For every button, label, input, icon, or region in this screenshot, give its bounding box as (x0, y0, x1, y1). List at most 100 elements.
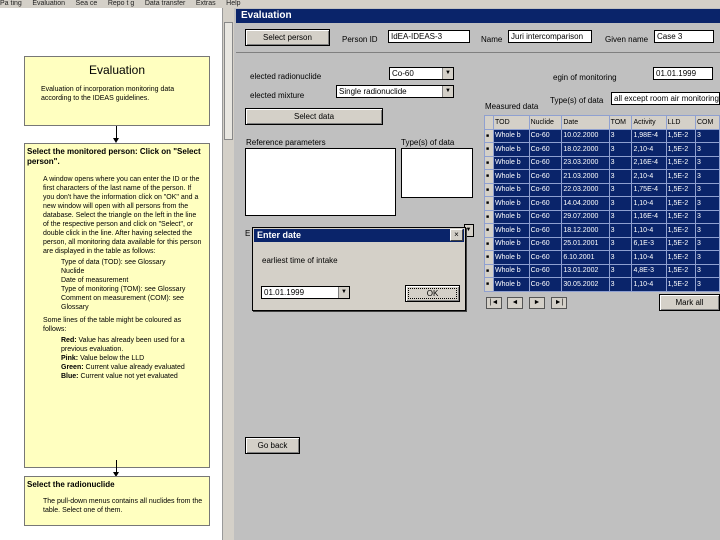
reference-parameters-box[interactable] (245, 148, 396, 216)
name-field[interactable]: Juri intercomparison (508, 30, 592, 43)
table-cell[interactable]: 3 (694, 223, 720, 238)
menu-item[interactable]: Evaluation (32, 0, 65, 7)
table-cell[interactable]: Whole b (493, 209, 530, 224)
table-cell[interactable]: 3 (694, 196, 720, 211)
table-cell[interactable]: 3 (608, 223, 633, 238)
column-header[interactable]: Activity (631, 115, 667, 130)
table-row[interactable]: ■ Whole b Co-60 14.04.2000 3 1,10-4 1,5E-2 3 (484, 196, 720, 211)
given-name-field[interactable]: Case 3 (654, 30, 714, 43)
table-cell[interactable]: Whole b (493, 155, 530, 170)
table-row[interactable]: ■ Whole b Co-60 23.03.2000 3 2,16E-4 1,5E-2 3 (484, 155, 720, 170)
table-cell[interactable]: 1,75E-4 (631, 182, 667, 197)
table-cell[interactable]: 1,5E-2 (665, 250, 696, 265)
table-cell[interactable]: 3 (694, 236, 720, 251)
table-row[interactable]: ■ Whole b Co-60 30.05.2002 3 1,10-4 1,5E-2 3 (484, 277, 720, 292)
table-cell[interactable]: 1,5E-2 (665, 142, 696, 157)
row-selector[interactable]: ■ (484, 236, 494, 251)
measured-data-table[interactable]: TOD Nuclide Date TOM Activity LLD COM ■ W… (484, 115, 720, 292)
table-cell[interactable]: 30.05.2002 (561, 277, 610, 292)
table-cell[interactable]: 25.01.2001 (561, 236, 610, 251)
table-row[interactable]: ■ Whole b Co-60 21.03.2000 3 2,10-4 1,5E-2 3 (484, 169, 720, 184)
table-cell[interactable]: 1,5E-2 (665, 169, 696, 184)
column-header[interactable]: Date (561, 115, 610, 130)
table-cell[interactable]: 1,5E-2 (665, 155, 696, 170)
scrollbar-thumb[interactable] (224, 22, 233, 140)
help-scrollbar[interactable] (222, 8, 234, 540)
column-header[interactable]: TOD (493, 115, 530, 130)
chevron-down-icon[interactable]: ▼ (442, 86, 453, 97)
table-cell[interactable]: 3 (608, 250, 633, 265)
table-cell[interactable]: Whole b (493, 263, 530, 278)
table-cell[interactable]: 2,16E-4 (631, 155, 667, 170)
table-cell[interactable]: 1,5E-2 (665, 263, 696, 278)
table-cell[interactable]: 3 (694, 142, 720, 157)
row-selector[interactable]: ■ (484, 196, 494, 211)
table-cell[interactable]: 23.03.2000 (561, 155, 610, 170)
mixture-dropdown[interactable]: Single radionuclide ▼ (336, 85, 454, 98)
table-cell[interactable]: 1,5E-2 (665, 223, 696, 238)
chevron-down-icon[interactable]: ▼ (338, 287, 349, 298)
column-header[interactable]: Nuclide (528, 115, 563, 130)
table-cell[interactable]: 3 (694, 169, 720, 184)
table-cell[interactable]: 29.07.2000 (561, 209, 610, 224)
table-cell[interactable]: 3 (608, 277, 633, 292)
table-cell[interactable]: Co-60 (528, 196, 563, 211)
table-cell[interactable]: 3 (694, 128, 720, 143)
table-cell[interactable]: Whole b (493, 169, 530, 184)
table-cell[interactable]: 3 (694, 277, 720, 292)
person-id-field[interactable]: IdEA-IDEAS-3 (388, 30, 470, 43)
table-row[interactable]: ■ Whole b Co-60 29.07.2000 3 1,16E-4 1,5E-2 3 (484, 209, 720, 224)
table-row[interactable]: ■ Whole b Co-60 18.02.2000 3 2,10-4 1,5E-2 3 (484, 142, 720, 157)
table-cell[interactable]: Whole b (493, 182, 530, 197)
type-data-dropdown[interactable]: all except room air monitoring (611, 92, 720, 105)
table-cell[interactable]: 3 (694, 155, 720, 170)
table-cell[interactable]: Co-60 (528, 182, 563, 197)
table-cell[interactable]: 13.01.2002 (561, 263, 610, 278)
menu-item[interactable]: Repo t g (108, 0, 134, 7)
table-cell[interactable]: 18.02.2000 (561, 142, 610, 157)
table-row[interactable]: ■ Whole b Co-60 18.12.2000 3 1,10-4 1,5E-2 3 (484, 223, 720, 238)
table-cell[interactable]: 6.10.2001 (561, 250, 610, 265)
table-cell[interactable]: 1,10-4 (631, 277, 667, 292)
table-cell[interactable]: 1,5E-2 (665, 196, 696, 211)
table-cell[interactable]: 1,5E-2 (665, 277, 696, 292)
menu-item[interactable]: Pa ting (0, 0, 22, 7)
row-selector[interactable]: ■ (484, 128, 494, 143)
table-cell[interactable]: 3 (608, 196, 633, 211)
table-cell[interactable]: 14.04.2000 (561, 196, 610, 211)
first-record-button[interactable]: |◄ (486, 297, 502, 309)
nuclide-dropdown[interactable]: Co-60 ▼ (389, 67, 454, 80)
table-cell[interactable]: Co-60 (528, 236, 563, 251)
table-cell[interactable]: 2,10-4 (631, 142, 667, 157)
table-cell[interactable]: Whole b (493, 277, 530, 292)
column-header[interactable]: LLD (665, 115, 696, 130)
row-selector[interactable]: ■ (484, 223, 494, 238)
table-cell[interactable]: Whole b (493, 223, 530, 238)
table-row[interactable]: ■ Whole b Co-60 25.01.2001 3 6,1E-3 1,5E-2 3 (484, 236, 720, 251)
table-cell[interactable]: Co-60 (528, 169, 563, 184)
table-cell[interactable]: 1,98E-4 (631, 128, 667, 143)
row-selector[interactable]: ■ (484, 182, 494, 197)
table-cell[interactable]: Co-60 (528, 250, 563, 265)
table-cell[interactable]: Whole b (493, 236, 530, 251)
previous-record-button[interactable]: ◄ (507, 297, 523, 309)
table-cell[interactable]: 18.12.2000 (561, 223, 610, 238)
table-row[interactable]: ■ Whole b Co-60 13.01.2002 3 4,8E-3 1,5E-2 3 (484, 263, 720, 278)
select-data-button[interactable]: Select data (245, 108, 383, 125)
date-dropdown[interactable]: 01.01.1999 ▼ (261, 286, 350, 299)
row-selector[interactable]: ■ (484, 155, 494, 170)
table-cell[interactable]: 1,5E-2 (665, 209, 696, 224)
table-cell[interactable]: 1,10-4 (631, 250, 667, 265)
next-record-button[interactable]: ► (529, 297, 545, 309)
begin-monitoring-field[interactable]: 01.01.1999 (653, 67, 713, 80)
row-selector[interactable]: ■ (484, 142, 494, 157)
ok-button[interactable]: OK (405, 285, 460, 302)
table-cell[interactable]: 3 (608, 169, 633, 184)
row-selector[interactable]: ■ (484, 277, 494, 292)
table-cell[interactable]: 1,16E-4 (631, 209, 667, 224)
menu-item[interactable]: Extras (196, 0, 216, 7)
table-cell[interactable]: 4,8E-3 (631, 263, 667, 278)
table-cell[interactable]: 1,10-4 (631, 223, 667, 238)
table-cell[interactable]: Whole b (493, 128, 530, 143)
table-row[interactable]: ■ Whole b Co-60 22.03.2000 3 1,75E-4 1,5E-2 3 (484, 182, 720, 197)
